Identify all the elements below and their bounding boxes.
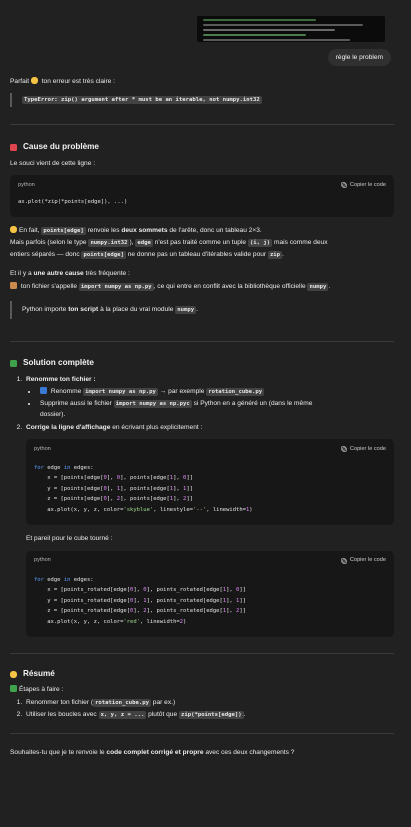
divider [10, 341, 394, 343]
error-quote: TypeError: zip() argument after * must b… [10, 93, 394, 108]
check-mark-emoji-icon [10, 684, 17, 692]
solution-step-2: Corrige la ligne d'affichage en écrivant… [24, 423, 394, 638]
summary-step-1: Renommer ton fichier (rotation_cube.py p… [24, 698, 394, 708]
copy-code-button[interactable]: Copier le code [341, 556, 386, 565]
cause-heading: Cause du problème [10, 141, 394, 154]
pointing-hand-emoji-icon [10, 225, 17, 233]
step-1-bullets: Renomme import numpy as np.py → par exem… [26, 387, 394, 420]
solution-steps: Renomme ton fichier : Renomme import num… [10, 375, 394, 638]
code-header: python Copier le code [10, 175, 394, 195]
cause-paragraph-4: Et il y a une autre cause très fréquente… [10, 269, 130, 277]
import-quote: Python importe ton script à la place du … [10, 300, 394, 320]
divider [10, 124, 394, 126]
cause-paragraph-3: entiers séparés — donc points[edge] ne d… [10, 251, 284, 260]
cause-paragraph-5: ton fichier s'appelle import numpy as np… [10, 281, 394, 292]
copy-icon [341, 182, 347, 189]
final-question: Souhaites-tu que je te renvoie le code c… [10, 748, 295, 756]
copy-icon [341, 557, 347, 564]
blue-square-emoji-icon [40, 387, 47, 395]
light-bulb-emoji-icon [10, 671, 17, 679]
code-header: python Copier le code [26, 439, 394, 459]
summary-heading: Résumé [10, 668, 394, 681]
divider [10, 653, 394, 655]
copy-code-button[interactable]: Copier le code [341, 445, 386, 454]
summary-step-2: Utiliser les boucles avec x, y, z = ... … [24, 710, 394, 720]
user-attached-screenshot[interactable] [197, 16, 385, 42]
summary-steps-label: Étapes à faire : [10, 684, 394, 695]
ok-hand-emoji-icon [30, 77, 38, 84]
code-line: ax.plot(*zip(*points[edge]), ...) [18, 199, 128, 206]
package-emoji-icon [10, 281, 17, 289]
copy-icon [341, 446, 347, 452]
cube-lead: Et pareil pour le cube tourné : [26, 535, 113, 543]
bullet-rename: Renomme import numpy as np.py → par exem… [38, 387, 394, 397]
code-block-rotated: python Copier le code for edge in edges:… [26, 550, 394, 638]
code-content: for edge in edges: x = [points[edge[0], … [34, 464, 253, 513]
solution-heading: Solution complète [10, 357, 394, 370]
code-language: python [34, 445, 51, 452]
assistant-response: Parfait ton erreur est très claire : Typ… [10, 74, 394, 758]
check-mark-emoji-icon [10, 360, 17, 368]
chat-page: règle le problem Parfait ton erreur est … [0, 0, 411, 827]
cause-paragraph-2: Mais parfois (selon le type numpy.int32)… [10, 239, 328, 248]
code-block-edges: python Copier le code for edge in edges:… [26, 438, 394, 526]
cause-paragraph-1: En fait, points[edge] renvoie les deux s… [10, 225, 394, 236]
intro-text: Parfait ton erreur est très claire : [10, 77, 116, 85]
user-message-bubble: règle le problem [327, 49, 391, 66]
cause-lead: Le souci vient de cette ligne : [10, 160, 96, 168]
divider [10, 732, 394, 734]
error-message: TypeError: zip() argument after * must b… [22, 96, 262, 105]
siren-emoji-icon [10, 144, 17, 152]
solution-step-1: Renomme ton fichier : Renomme import num… [24, 375, 394, 420]
code-content: for edge in edges: x = [points_rotated[e… [34, 576, 246, 625]
summary-steps: Renommer ton fichier (rotation_cube.py p… [10, 698, 394, 720]
code-header: python Copier le code [26, 551, 394, 571]
copy-code-button[interactable]: Copier le code [341, 181, 386, 190]
code-content: ax.plot(*zip(*points[edge]), ...) [10, 195, 394, 217]
code-block-cause: python Copier le code ax.plot(*zip(*poin… [10, 175, 394, 217]
code-language: python [18, 182, 35, 189]
code-language: python [34, 557, 51, 564]
bullet-delete-pyc: Supprime aussi le fichier import numpy a… [38, 399, 394, 419]
